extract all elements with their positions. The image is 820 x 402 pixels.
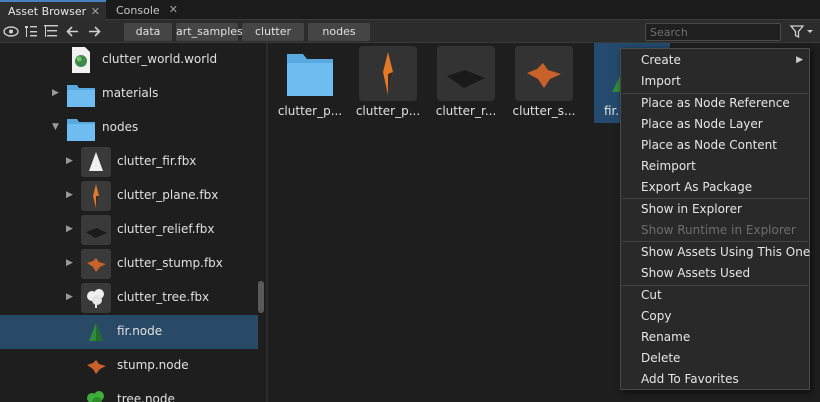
tree-item-label: clutter_tree.fbx: [117, 290, 210, 304]
toolbar: data art_samples clutter nodes: [0, 20, 820, 43]
menu-item-create[interactable]: Create ▶: [621, 50, 809, 71]
breadcrumb-nodes[interactable]: nodes: [308, 23, 370, 41]
menu-item-place-node-layer[interactable]: Place as Node Layer: [621, 114, 809, 135]
grid-item[interactable]: clutter_p...: [350, 43, 426, 123]
breadcrumb-clutter[interactable]: clutter: [242, 23, 304, 41]
menu-item-import[interactable]: Import: [621, 71, 809, 92]
close-icon[interactable]: ✕: [91, 5, 100, 18]
chevron-right-icon[interactable]: ▶: [66, 190, 73, 200]
menu-item-show-assets-using[interactable]: Show Assets Using This One: [621, 242, 810, 263]
chevron-right-icon[interactable]: ▶: [66, 292, 73, 302]
tab-label: Console: [116, 3, 160, 17]
menu-item-reimport[interactable]: Reimport: [621, 156, 809, 177]
tree-item-materials[interactable]: ▶ materials: [0, 77, 258, 111]
grid-item[interactable]: clutter_s...: [506, 43, 582, 123]
tree-item-stump-node[interactable]: stump.node: [0, 349, 258, 383]
fir-mesh-icon: [81, 147, 111, 177]
grid-item-label: clutter_r...: [435, 104, 497, 118]
fir-node-icon: [89, 323, 103, 341]
stump-mesh-icon: [81, 249, 111, 279]
folder-icon: [287, 54, 333, 96]
tree-item-label: fir.node: [117, 324, 163, 338]
menu-item-show-runtime-in-explorer: Show Runtime in Explorer: [641, 223, 796, 237]
context-menu: Create ▶ Import Place as Node Reference …: [620, 48, 810, 390]
tree-item-nodes[interactable]: ▼ nodes: [0, 111, 258, 145]
tree-item-clutter-stump[interactable]: ▶ clutter_stump.fbx: [0, 247, 258, 281]
breadcrumb-data[interactable]: data: [124, 23, 172, 41]
tree-item-clutter-fir[interactable]: ▶ clutter_fir.fbx: [0, 145, 258, 179]
menu-item-add-to-favorites[interactable]: Add To Favorites: [621, 369, 809, 390]
chevron-right-icon[interactable]: ▶: [66, 224, 73, 234]
forward-arrow-icon[interactable]: [85, 23, 103, 40]
tree-scrollbar-thumb[interactable]: [258, 281, 264, 313]
tree-item-label: stump.node: [117, 358, 189, 372]
grid-item-label: clutter_p...: [277, 104, 343, 118]
folder-icon: [67, 85, 95, 107]
menu-item-label: Create: [641, 53, 681, 67]
tree-node-icon: [87, 391, 104, 402]
tab-bar: Asset Browser ✕ Console ✕: [0, 0, 820, 20]
tree-item-label: nodes: [102, 120, 139, 134]
tree-item-fir-node[interactable]: fir.node: [0, 315, 258, 349]
stump-node-icon: [87, 360, 106, 374]
chevron-down-icon[interactable]: ▼: [52, 122, 59, 132]
tree-item-tree-node[interactable]: tree.node: [0, 383, 258, 402]
menu-item-show-assets-used[interactable]: Show Assets Used: [621, 263, 809, 284]
tree-item-clutter-relief[interactable]: ▶ clutter_relief.fbx: [0, 213, 258, 247]
tree-mesh-icon: [81, 283, 111, 313]
menu-item-delete[interactable]: Delete: [621, 348, 809, 369]
chevron-right-icon[interactable]: ▶: [52, 88, 59, 98]
plane-mesh-icon: [359, 46, 417, 101]
filter-icon[interactable]: [788, 23, 816, 40]
tree-item-label: clutter_relief.fbx: [117, 222, 215, 236]
menu-item-cut[interactable]: Cut: [621, 285, 809, 306]
tree-item-label: tree.node: [117, 392, 175, 402]
menu-item-place-node-content[interactable]: Place as Node Content: [621, 135, 809, 156]
search-input[interactable]: [645, 23, 781, 41]
tree-item-clutter-tree[interactable]: ▶ clutter_tree.fbx: [0, 281, 258, 315]
tree-collapse-icon[interactable]: [22, 23, 40, 40]
tab-console[interactable]: Console ✕: [108, 0, 184, 20]
menu-item-copy[interactable]: Copy: [621, 306, 809, 327]
tab-asset-browser[interactable]: Asset Browser ✕: [0, 0, 106, 20]
menu-item-rename[interactable]: Rename: [621, 327, 809, 348]
menu-item-show-in-explorer[interactable]: Show in Explorer: [621, 199, 809, 220]
tree-item-label: clutter_world.world: [102, 52, 218, 66]
stump-mesh-icon: [515, 46, 573, 101]
asset-tree: clutter_world.world ▶ materials ▼ nodes …: [0, 43, 268, 402]
close-icon[interactable]: ✕: [169, 3, 178, 16]
relief-mesh-icon: [437, 46, 495, 101]
tree-item-label: clutter_plane.fbx: [117, 188, 219, 202]
eye-icon[interactable]: [2, 23, 20, 40]
grid-item[interactable]: clutter_p...: [272, 43, 348, 123]
menu-item-place-node-reference[interactable]: Place as Node Reference: [621, 93, 809, 114]
menu-item-export-package[interactable]: Export As Package: [621, 177, 809, 198]
tree-expand-icon[interactable]: [42, 23, 60, 40]
back-arrow-icon[interactable]: [64, 23, 82, 40]
chevron-right-icon[interactable]: ▶: [66, 258, 73, 268]
tree-item-clutter-plane[interactable]: ▶ clutter_plane.fbx: [0, 179, 258, 213]
tree-item-label: clutter_fir.fbx: [117, 154, 197, 168]
chevron-right-icon[interactable]: ▶: [66, 156, 73, 166]
grid-item-label: clutter_s...: [512, 104, 576, 118]
world-icon: [72, 47, 90, 73]
tree-item-label: materials: [102, 86, 159, 100]
tree-item-label: clutter_stump.fbx: [117, 256, 223, 270]
plane-mesh-icon: [81, 181, 111, 211]
tree-item-clutter-world[interactable]: clutter_world.world: [0, 43, 258, 77]
chevron-right-icon: ▶: [796, 55, 803, 65]
folder-icon: [67, 119, 95, 141]
relief-mesh-icon: [81, 215, 111, 245]
tab-label: Asset Browser: [8, 4, 87, 18]
breadcrumb-art-samples[interactable]: art_samples: [176, 23, 243, 41]
grid-item[interactable]: clutter_r...: [428, 43, 504, 123]
grid-item-label: clutter_p...: [355, 104, 421, 118]
